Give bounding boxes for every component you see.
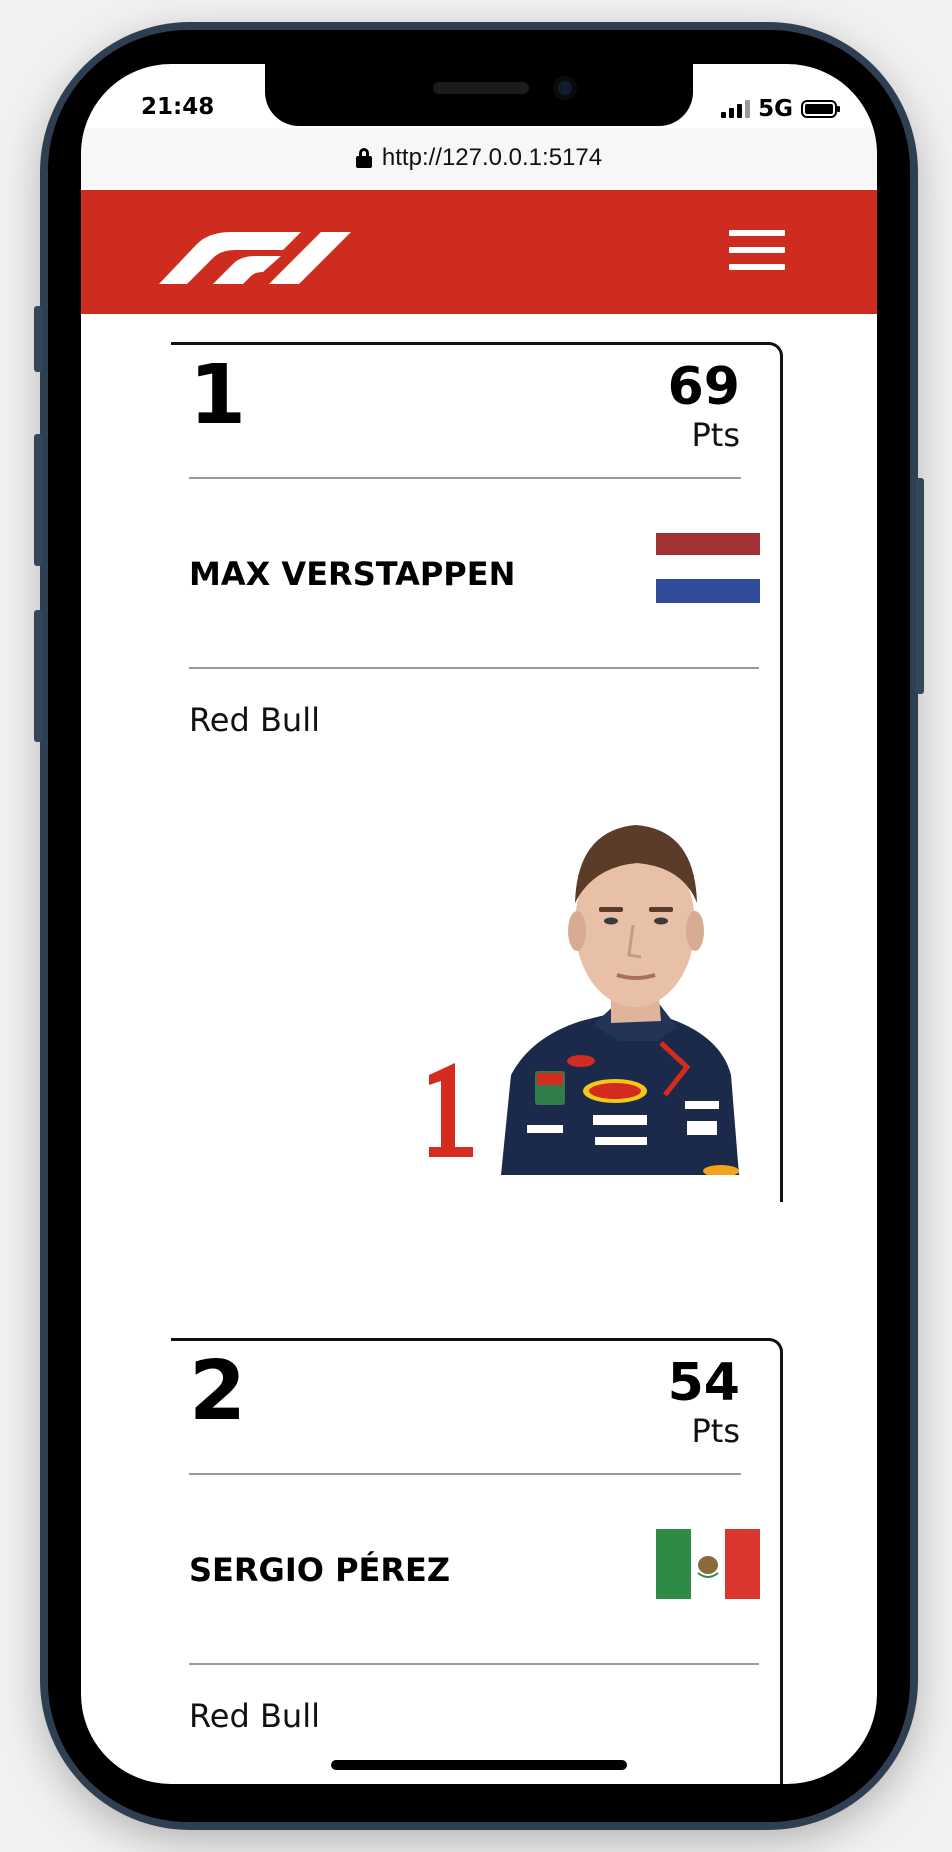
- mute-switch: [34, 306, 42, 372]
- divider: [189, 667, 759, 669]
- mexico-flag-icon: [656, 1529, 760, 1599]
- netherlands-flag-icon: [656, 533, 760, 603]
- url-bar[interactable]: http://127.0.0.1:5174: [81, 128, 877, 188]
- driver-name: SERGIO PÉREZ: [189, 1551, 451, 1589]
- driver-points: 54: [667, 1353, 740, 1413]
- driver-points: 69: [667, 357, 740, 417]
- driver-position: 2: [189, 1344, 247, 1439]
- phone-screen: 21:48 5G http://127.0.0.1:5174 1 69 Pts …: [81, 64, 877, 1784]
- f1-logo[interactable]: [151, 228, 351, 284]
- team-name: Red Bull: [189, 1697, 320, 1735]
- signal-icon: [721, 100, 751, 118]
- power-button: [916, 478, 924, 694]
- front-camera: [553, 76, 577, 100]
- divider: [189, 477, 741, 479]
- driver-position: 1: [189, 348, 247, 443]
- site-header: [81, 190, 877, 314]
- driver-card[interactable]: 1 69 Pts MAX VERSTAPPEN Red Bull: [171, 342, 783, 1202]
- notch: [265, 64, 693, 126]
- driver-name: MAX VERSTAPPEN: [189, 555, 516, 593]
- home-indicator[interactable]: [331, 1760, 627, 1770]
- volume-down-button: [34, 610, 42, 742]
- url-text: http://127.0.0.1:5174: [381, 144, 603, 171]
- team-name: Red Bull: [189, 701, 320, 739]
- volume-up-button: [34, 434, 42, 566]
- lock-icon: [355, 148, 372, 168]
- battery-icon: [801, 100, 840, 118]
- status-time: 21:48: [141, 94, 215, 120]
- driver-card[interactable]: 2 54 Pts SERGIO PÉREZ Red Bull: [171, 1338, 783, 1784]
- driver-portrait: [429, 825, 739, 1175]
- status-indicators: 5G: [721, 96, 840, 122]
- points-label: Pts: [691, 1412, 740, 1450]
- divider: [189, 1663, 759, 1665]
- network-label: 5G: [758, 96, 793, 122]
- divider: [189, 1473, 741, 1475]
- points-label: Pts: [691, 416, 740, 454]
- hamburger-menu-icon[interactable]: [729, 230, 785, 270]
- speaker: [433, 82, 529, 94]
